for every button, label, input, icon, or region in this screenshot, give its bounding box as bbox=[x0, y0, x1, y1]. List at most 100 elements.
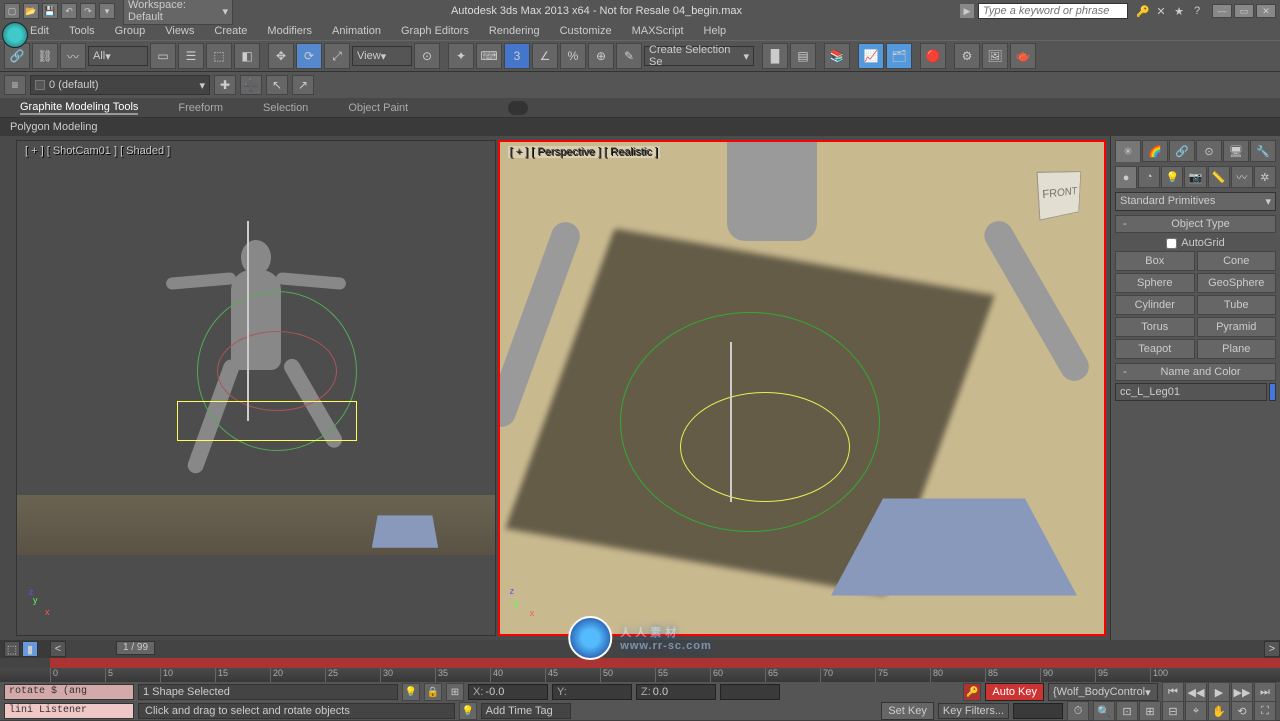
timeline-mode-icon[interactable]: ▮ bbox=[22, 641, 38, 657]
systems-subtab-icon[interactable]: ✲ bbox=[1254, 166, 1276, 188]
viewport-shotcam[interactable]: [ + ] [ ShotCam01 ] [ Shaded ] x y z bbox=[16, 140, 496, 636]
layer-manager-icon[interactable]: 📚 bbox=[824, 43, 850, 69]
auto-key-button[interactable]: Auto Key bbox=[985, 683, 1044, 701]
application-menu-icon[interactable] bbox=[2, 22, 28, 48]
y-coord-input[interactable]: Y: bbox=[552, 684, 632, 700]
prim-cone-button[interactable]: Cone bbox=[1197, 251, 1277, 271]
select-region-icon[interactable]: ⬚ bbox=[206, 43, 232, 69]
time-ruler[interactable]: 0510152025303540455055606570758085909510… bbox=[0, 668, 1280, 682]
select-layer-objects-icon[interactable]: ↖ bbox=[266, 75, 288, 95]
unlink-icon[interactable]: ⛓ bbox=[32, 43, 58, 69]
menu-tools[interactable]: Tools bbox=[69, 25, 95, 37]
selection-filter-dropdown[interactable]: All ▾ bbox=[88, 46, 148, 66]
menu-graph-editors[interactable]: Graph Editors bbox=[401, 25, 469, 37]
save-file-icon[interactable]: 💾 bbox=[42, 3, 58, 19]
prev-frame-icon[interactable]: < bbox=[50, 641, 66, 657]
z-coord-input[interactable]: Z:0.0 bbox=[636, 684, 716, 700]
next-frame-play-icon[interactable]: ▶▶ bbox=[1231, 682, 1253, 702]
select-move-icon[interactable]: ✥ bbox=[268, 43, 294, 69]
menu-edit[interactable]: Edit bbox=[30, 25, 49, 37]
pan-icon[interactable]: ✋ bbox=[1208, 701, 1230, 721]
autogrid-checkbox[interactable] bbox=[1166, 238, 1177, 249]
search-input[interactable] bbox=[978, 3, 1128, 19]
named-selection-dropdown[interactable]: Create Selection Se▾ bbox=[644, 46, 754, 66]
keyboard-shortcut-icon[interactable]: ⌨ bbox=[476, 43, 502, 69]
zoom-extents-all-icon[interactable]: ⊟ bbox=[1162, 701, 1184, 721]
render-production-icon[interactable]: 🫖 bbox=[1010, 43, 1036, 69]
current-frame-field[interactable] bbox=[1013, 703, 1063, 719]
select-rotate-icon[interactable]: ⟳ bbox=[296, 43, 322, 69]
close-button[interactable]: ✕ bbox=[1256, 4, 1276, 18]
undo-icon[interactable]: ↶ bbox=[61, 3, 77, 19]
prim-box-button[interactable]: Box bbox=[1115, 251, 1195, 271]
select-object-icon[interactable]: ▭ bbox=[150, 43, 176, 69]
open-file-icon[interactable]: 📂 bbox=[23, 3, 39, 19]
maximize-viewport-icon[interactable]: ⛶ bbox=[1254, 701, 1276, 721]
help-icon[interactable]: ? bbox=[1190, 4, 1204, 18]
menu-rendering[interactable]: Rendering bbox=[489, 25, 540, 37]
prim-geosphere-button[interactable]: GeoSphere bbox=[1197, 273, 1277, 293]
key-controller-dropdown[interactable]: {Wolf_BodyControl▾ bbox=[1048, 683, 1158, 701]
spinner-snap-icon[interactable]: ⊕ bbox=[588, 43, 614, 69]
render-setup-icon[interactable]: ⚙ bbox=[954, 43, 980, 69]
window-crossing-icon[interactable]: ◧ bbox=[234, 43, 260, 69]
ribbon-collapse-toggle[interactable] bbox=[508, 101, 528, 115]
percent-snap-icon[interactable]: % bbox=[560, 43, 586, 69]
prim-plane-button[interactable]: Plane bbox=[1197, 339, 1277, 359]
subscription-icon[interactable]: 🔑 bbox=[1136, 4, 1150, 18]
select-manipulate-icon[interactable]: ✦ bbox=[448, 43, 474, 69]
rollout-object-type[interactable]: - Object Type bbox=[1115, 215, 1276, 233]
set-current-layer-icon[interactable]: ↗ bbox=[292, 75, 314, 95]
motion-panel-tab[interactable]: ⊙ bbox=[1196, 140, 1222, 162]
object-name-input[interactable] bbox=[1115, 383, 1267, 401]
add-to-layer-icon[interactable]: ➕ bbox=[240, 75, 262, 95]
orbit-icon[interactable]: ⟲ bbox=[1231, 701, 1253, 721]
utilities-panel-tab[interactable]: 🔧 bbox=[1250, 140, 1276, 162]
set-key-big-icon[interactable]: 🔑 bbox=[963, 683, 981, 701]
prev-frame-play-icon[interactable]: ◀◀ bbox=[1185, 682, 1207, 702]
align-icon[interactable]: ▤ bbox=[790, 43, 816, 69]
set-key-button[interactable]: Set Key bbox=[881, 702, 934, 720]
qat-dropdown-icon[interactable]: ▾ bbox=[99, 3, 115, 19]
redo-icon[interactable]: ↷ bbox=[80, 3, 96, 19]
next-frame-icon[interactable]: > bbox=[1264, 641, 1280, 657]
time-config-icon[interactable]: ⏱ bbox=[1067, 701, 1089, 721]
hierarchy-panel-tab[interactable]: 🔗 bbox=[1169, 140, 1195, 162]
prim-teapot-button[interactable]: Teapot bbox=[1115, 339, 1195, 359]
create-layer-icon[interactable]: ✚ bbox=[214, 75, 236, 95]
bind-spacewarp-icon[interactable]: 〰 bbox=[60, 43, 86, 69]
select-by-name-icon[interactable]: ☰ bbox=[178, 43, 204, 69]
geometry-subtab-icon[interactable]: ● bbox=[1115, 166, 1137, 188]
modify-panel-tab[interactable]: 🌈 bbox=[1142, 140, 1168, 162]
lock-selection-icon[interactable]: 🔒 bbox=[424, 683, 442, 701]
frame-indicator[interactable]: 1 / 99 bbox=[116, 641, 155, 655]
prim-cylinder-button[interactable]: Cylinder bbox=[1115, 295, 1195, 315]
infocenter-arrow-icon[interactable]: ▶ bbox=[960, 4, 974, 18]
favorite-icon[interactable]: ★ bbox=[1172, 4, 1186, 18]
keymode-toggle-icon[interactable]: ⬚ bbox=[4, 641, 20, 657]
angle-snap-icon[interactable]: ∠ bbox=[532, 43, 558, 69]
viewport-label-right[interactable]: [ + ] [ Perspective ] [ Realistic ] bbox=[508, 146, 660, 158]
shapes-subtab-icon[interactable]: ◔ bbox=[1138, 166, 1160, 188]
mirror-icon[interactable]: ▐▌ bbox=[762, 43, 788, 69]
coord-display-icon[interactable]: ⊞ bbox=[446, 683, 464, 701]
menu-views[interactable]: Views bbox=[165, 25, 194, 37]
material-editor-icon[interactable]: 🔴 bbox=[920, 43, 946, 69]
goto-end-icon[interactable]: ⏭ bbox=[1254, 682, 1276, 702]
track-bar[interactable] bbox=[0, 658, 1280, 668]
ribbon-tab-freeform[interactable]: Freeform bbox=[178, 102, 223, 114]
viewport-perspective[interactable]: [ + ] [ Perspective ] [ Realistic ] FRON… bbox=[498, 140, 1106, 636]
curve-editor-icon[interactable]: 📈 bbox=[858, 43, 884, 69]
ribbon-panel-label[interactable]: Polygon Modeling bbox=[10, 121, 97, 133]
menu-help[interactable]: Help bbox=[704, 25, 727, 37]
rollout-name-color[interactable]: - Name and Color bbox=[1115, 363, 1276, 381]
viewport-label-left[interactable]: [ + ] [ ShotCam01 ] [ Shaded ] bbox=[25, 145, 170, 157]
menu-maxscript[interactable]: MAXScript bbox=[632, 25, 684, 37]
lights-subtab-icon[interactable]: 💡 bbox=[1161, 166, 1183, 188]
isolate-selection-icon[interactable]: 💡 bbox=[459, 702, 477, 720]
minimize-button[interactable]: — bbox=[1212, 4, 1232, 18]
play-icon[interactable]: ▶ bbox=[1208, 682, 1230, 702]
workspace-dropdown[interactable]: Workspace: Default ▾ bbox=[123, 0, 233, 25]
menu-group[interactable]: Group bbox=[115, 25, 146, 37]
viewport-handle[interactable] bbox=[0, 136, 12, 640]
